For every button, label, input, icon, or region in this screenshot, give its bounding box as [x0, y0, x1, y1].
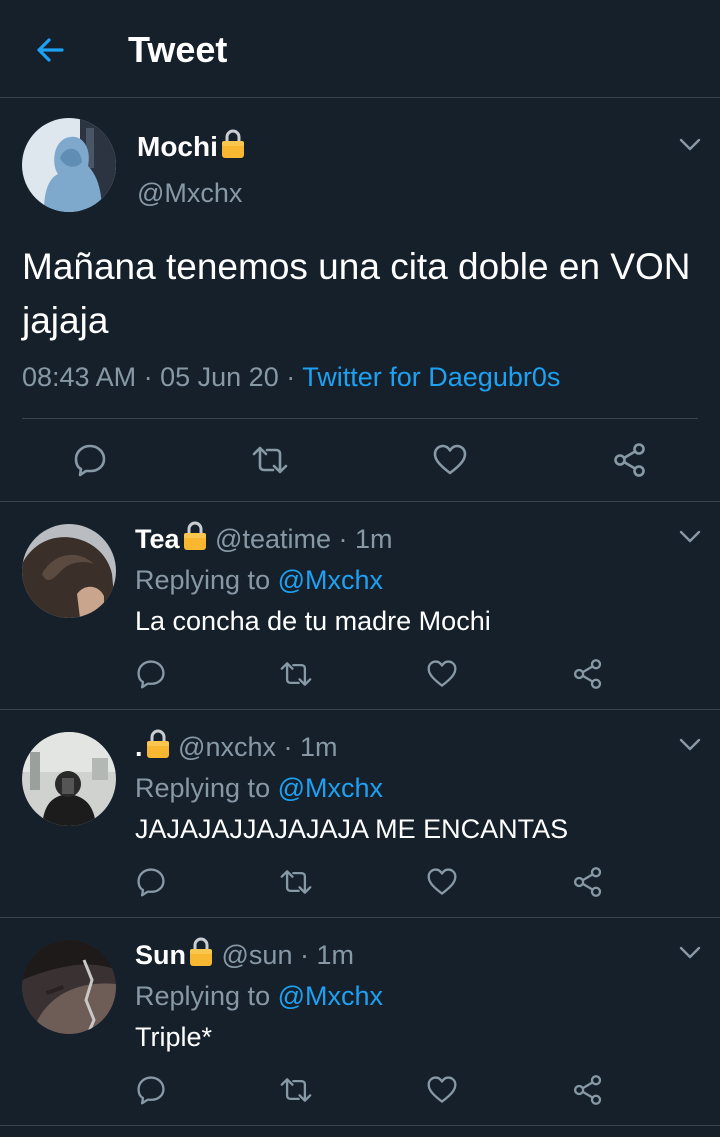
mention-link[interactable]: @Mxchx [278, 773, 383, 803]
lock-icon [220, 128, 246, 160]
avatar-image [22, 524, 116, 618]
tweet-meta: 08:43 AM · 05 Jun 20 · Twitter for Daegu… [22, 362, 561, 392]
share-button[interactable] [572, 866, 604, 898]
like-button[interactable] [426, 1074, 458, 1106]
like-button[interactable] [426, 658, 458, 690]
tweet-time: 1m [355, 524, 393, 554]
divider [22, 418, 698, 419]
author-handle[interactable]: @Mxchx [137, 176, 242, 210]
chevron-down-icon[interactable] [679, 738, 701, 752]
reply-button[interactable] [72, 442, 108, 478]
tweet-time: 1m [316, 940, 355, 970]
heart-icon [427, 660, 457, 687]
avatar[interactable] [22, 940, 116, 1034]
retweet-icon [280, 1078, 312, 1102]
reply-tweet[interactable]: Sun @sun · 1m Replying to @Mxchx Triple* [0, 918, 720, 1126]
replying-to: Replying to @Mxchx [135, 981, 384, 1011]
avatar[interactable] [22, 524, 116, 618]
tweet-text: JAJAJAJJAJAJAJA ME ENCANTAS [135, 814, 569, 844]
author-name[interactable]: . [135, 732, 143, 762]
reply-tweet[interactable]: Tea @teatime · 1m Replying to @Mxchx La … [0, 502, 720, 710]
reply-icon [137, 868, 165, 897]
author-handle[interactable]: @sun [222, 940, 293, 970]
retweet-button[interactable] [279, 658, 313, 690]
heart-icon [433, 444, 467, 475]
like-button[interactable] [426, 866, 458, 898]
avatar[interactable] [22, 732, 116, 826]
reply-header: . @nxchx · 1m [135, 728, 338, 765]
share-button[interactable] [612, 442, 648, 478]
arrow-left-icon [37, 38, 64, 62]
share-button[interactable] [572, 1074, 604, 1106]
reply-header: Sun @sun · 1m [135, 936, 354, 973]
chevron-down-icon[interactable] [679, 530, 701, 544]
share-icon [573, 1075, 602, 1105]
retweet-button[interactable] [279, 1074, 313, 1106]
tweet-time: 1m [300, 732, 338, 762]
tweet-text: La concha de tu madre Mochi [135, 606, 491, 636]
reply-button[interactable] [135, 866, 167, 898]
chevron-down-icon[interactable] [679, 138, 701, 152]
lock-icon [182, 520, 208, 552]
reply-button[interactable] [135, 1074, 167, 1106]
tweet-text: Mañana tenemos una cita doble en VON jaj… [22, 246, 691, 341]
reply-icon [137, 1076, 165, 1105]
author-name[interactable]: Tea [135, 524, 180, 554]
retweet-button[interactable] [251, 442, 288, 478]
replying-to: Replying to @Mxchx [135, 773, 384, 803]
retweet-icon [280, 662, 312, 686]
tweet-time: 08:43 AM [22, 362, 137, 392]
retweet-button[interactable] [279, 866, 313, 898]
author-name[interactable]: Sun [135, 940, 186, 970]
like-button[interactable] [432, 442, 468, 478]
replying-to: Replying to @Mxchx [135, 565, 384, 595]
avatar[interactable] [22, 118, 116, 212]
tweet-text: Triple* [135, 1022, 213, 1052]
lock-icon [188, 936, 214, 968]
chevron-down-icon[interactable] [679, 946, 701, 960]
author-handle[interactable]: @teatime [215, 524, 331, 554]
mention-link[interactable]: @Mxchx [278, 565, 383, 595]
mention-link[interactable]: @Mxchx [278, 981, 383, 1011]
main-tweet: Mochi @Mxchx Mañana tenemos una cita dob… [0, 98, 720, 502]
share-icon [614, 443, 645, 477]
reply-header: Tea @teatime · 1m [135, 520, 393, 557]
page-title: Tweet [128, 29, 228, 70]
heart-icon [427, 868, 457, 895]
author-handle[interactable]: @nxchx [178, 732, 276, 762]
avatar-image [22, 732, 116, 826]
top-bar: Tweet [0, 0, 720, 98]
tweet-date: 05 Jun 20 [160, 362, 279, 392]
retweet-icon [280, 870, 312, 894]
share-button[interactable] [572, 658, 604, 690]
reply-button[interactable] [135, 658, 167, 690]
retweet-icon [252, 446, 288, 474]
avatar-image [22, 118, 116, 212]
share-icon [573, 867, 602, 897]
avatar-image [22, 940, 116, 1034]
tweet-client-link[interactable]: Twitter for Daegubr0s [302, 362, 560, 392]
reply-icon [137, 660, 165, 689]
reply-tweet[interactable]: . @nxchx · 1m Replying to @Mxchx JAJAJAJ… [0, 710, 720, 918]
lock-icon [145, 728, 171, 760]
share-icon [573, 659, 602, 689]
back-button[interactable] [32, 32, 68, 68]
author-name[interactable]: Mochi [137, 128, 246, 165]
reply-icon [74, 444, 106, 477]
heart-icon [427, 1076, 457, 1103]
